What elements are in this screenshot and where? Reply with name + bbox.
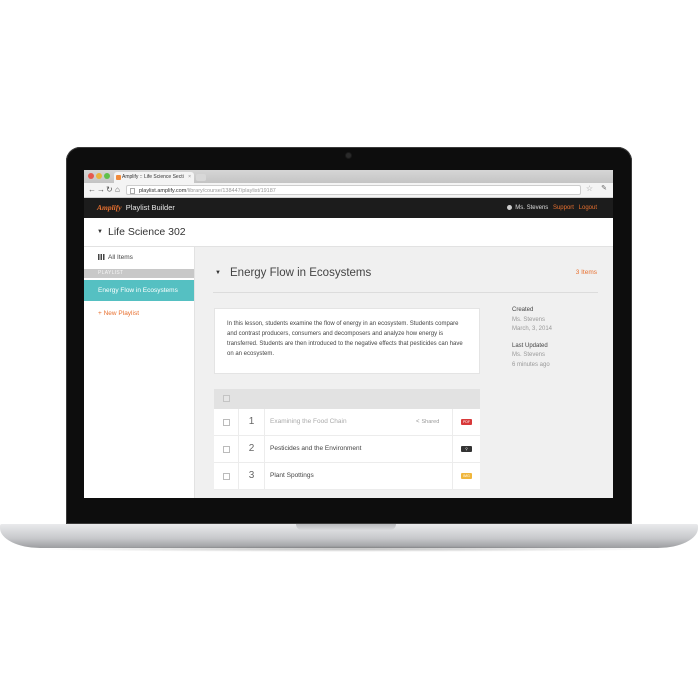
course-title[interactable]: Life Science 302 — [108, 218, 186, 246]
minimize-window-icon[interactable] — [96, 173, 102, 179]
brand[interactable]: Amplify Playlist Builder — [97, 198, 175, 218]
page-icon — [130, 188, 135, 194]
shared-label: Shared — [421, 419, 440, 425]
screen: Amplify :: Life Science Secti × ← → ↻ ⌂ … — [84, 170, 613, 498]
app-header: Amplify Playlist Builder Ms. Stevens Sup… — [84, 198, 613, 218]
row-title[interactable]: Plant Spottings — [270, 463, 314, 489]
brand-logo: Amplify — [97, 203, 122, 212]
browser-toolbar: ← → ↻ ⌂ playlist.amplify.com/library/cou… — [84, 183, 613, 198]
tab-close-icon[interactable]: × — [188, 172, 191, 183]
logout-link[interactable]: Logout — [579, 205, 597, 211]
table-row[interactable]: 3 Plant Spottings IMG — [214, 463, 480, 490]
row-title[interactable]: Examining the Food Chain — [270, 409, 347, 435]
row-number-cell: 3 — [238, 463, 265, 489]
sidebar-item-label: All Items — [108, 254, 133, 261]
row-number: 3 — [248, 470, 255, 481]
row-number-cell: 1 — [238, 409, 265, 435]
main-content: ▼ Energy Flow in Ecosystems 3 Items In t… — [195, 247, 613, 498]
pdf-icon: PDF — [461, 419, 472, 425]
sidebar-section-label: PLAYLIST — [84, 269, 194, 278]
url-host: playlist.amplify.com — [139, 188, 187, 194]
row-checkbox[interactable] — [223, 473, 230, 480]
row-number: 1 — [248, 416, 255, 427]
shared-status: < Shared — [416, 409, 439, 435]
laptop-base — [0, 524, 698, 548]
maximize-window-icon[interactable] — [104, 173, 110, 179]
course-bar: ▼ Life Science 302 — [84, 218, 613, 247]
new-playlist-button[interactable]: + New Playlist — [98, 309, 139, 319]
laptop-notch — [296, 524, 396, 530]
divider — [213, 292, 598, 293]
row-number: 2 — [248, 443, 255, 454]
user-icon — [506, 204, 512, 210]
reload-icon[interactable]: ↻ — [106, 185, 113, 195]
address-bar[interactable]: playlist.amplify.com/library/course/1384… — [126, 185, 581, 195]
browser-tab-title: Amplify :: Life Science Secti — [122, 174, 184, 180]
sidebar: All Items PLAYLIST Energy Flow in Ecosys… — [84, 247, 195, 498]
row-type-cell: PDF — [452, 409, 481, 435]
bookmark-star-icon[interactable]: ☆ — [586, 184, 593, 194]
sidebar-item-active-playlist[interactable]: Energy Flow in Ecosystems — [84, 280, 194, 301]
row-checkbox[interactable] — [223, 419, 230, 426]
user-menu: Ms. Stevens Support Logout — [506, 198, 597, 218]
new-tab-button[interactable] — [196, 174, 206, 181]
link-icon: ⚲ — [461, 446, 472, 452]
camera-icon — [346, 153, 351, 158]
created-by: Ms. Stevens — [512, 316, 546, 323]
books-icon — [98, 254, 105, 260]
wrench-icon[interactable]: ✎ — [601, 184, 607, 194]
row-title[interactable]: Pesticides and the Environment — [270, 436, 361, 462]
created-label: Created — [512, 307, 534, 313]
updated-by: Ms. Stevens — [512, 352, 546, 358]
url-path: /library/course/138447/playlist/19187 — [186, 188, 276, 194]
table-row[interactable]: 2 Pesticides and the Environment ⚲ — [214, 436, 480, 463]
caret-down-icon[interactable]: ▼ — [97, 218, 103, 246]
updated-time: 6 minutes ago — [512, 361, 550, 368]
browser-tab[interactable]: Amplify :: Life Science Secti × — [114, 172, 194, 183]
item-count: 3 Items — [575, 269, 597, 276]
forward-icon[interactable]: → — [97, 185, 105, 195]
support-link[interactable]: Support — [553, 205, 574, 211]
close-window-icon[interactable] — [88, 173, 94, 179]
caret-down-icon[interactable]: ▼ — [215, 267, 221, 279]
playlist-title: Energy Flow in Ecosystems — [230, 267, 372, 279]
share-icon: < — [416, 419, 420, 425]
back-icon[interactable]: ← — [88, 185, 96, 195]
favicon-icon — [116, 175, 121, 180]
sidebar-item-all-items[interactable]: All Items — [98, 253, 133, 263]
row-type-cell: IMG — [452, 463, 481, 489]
browser-tabbar: Amplify :: Life Science Secti × — [84, 170, 613, 183]
row-number-cell: 2 — [238, 436, 265, 462]
updated-label: Last Updated — [512, 342, 548, 349]
laptop-shadow — [30, 546, 668, 552]
created-date: March, 3, 2014 — [512, 326, 553, 332]
playlist-meta: Created Ms. Stevens March, 3, 2014 Last … — [512, 306, 602, 377]
image-icon: IMG — [461, 473, 472, 479]
playlist-description: In this lesson, students examine the flo… — [214, 308, 480, 374]
row-checkbox[interactable] — [223, 446, 230, 453]
table-row[interactable]: 1 Examining the Food Chain < Shared PDF — [214, 409, 480, 436]
row-type-cell: ⚲ — [452, 436, 481, 462]
items-table: 1 Examining the Food Chain < Shared PDF 2… — [214, 389, 480, 490]
select-all-checkbox[interactable] — [223, 395, 230, 402]
user-name[interactable]: Ms. Stevens — [515, 205, 548, 211]
items-table-header — [214, 389, 480, 409]
product-name: Playlist Builder — [125, 203, 175, 212]
home-icon[interactable]: ⌂ — [115, 185, 120, 195]
